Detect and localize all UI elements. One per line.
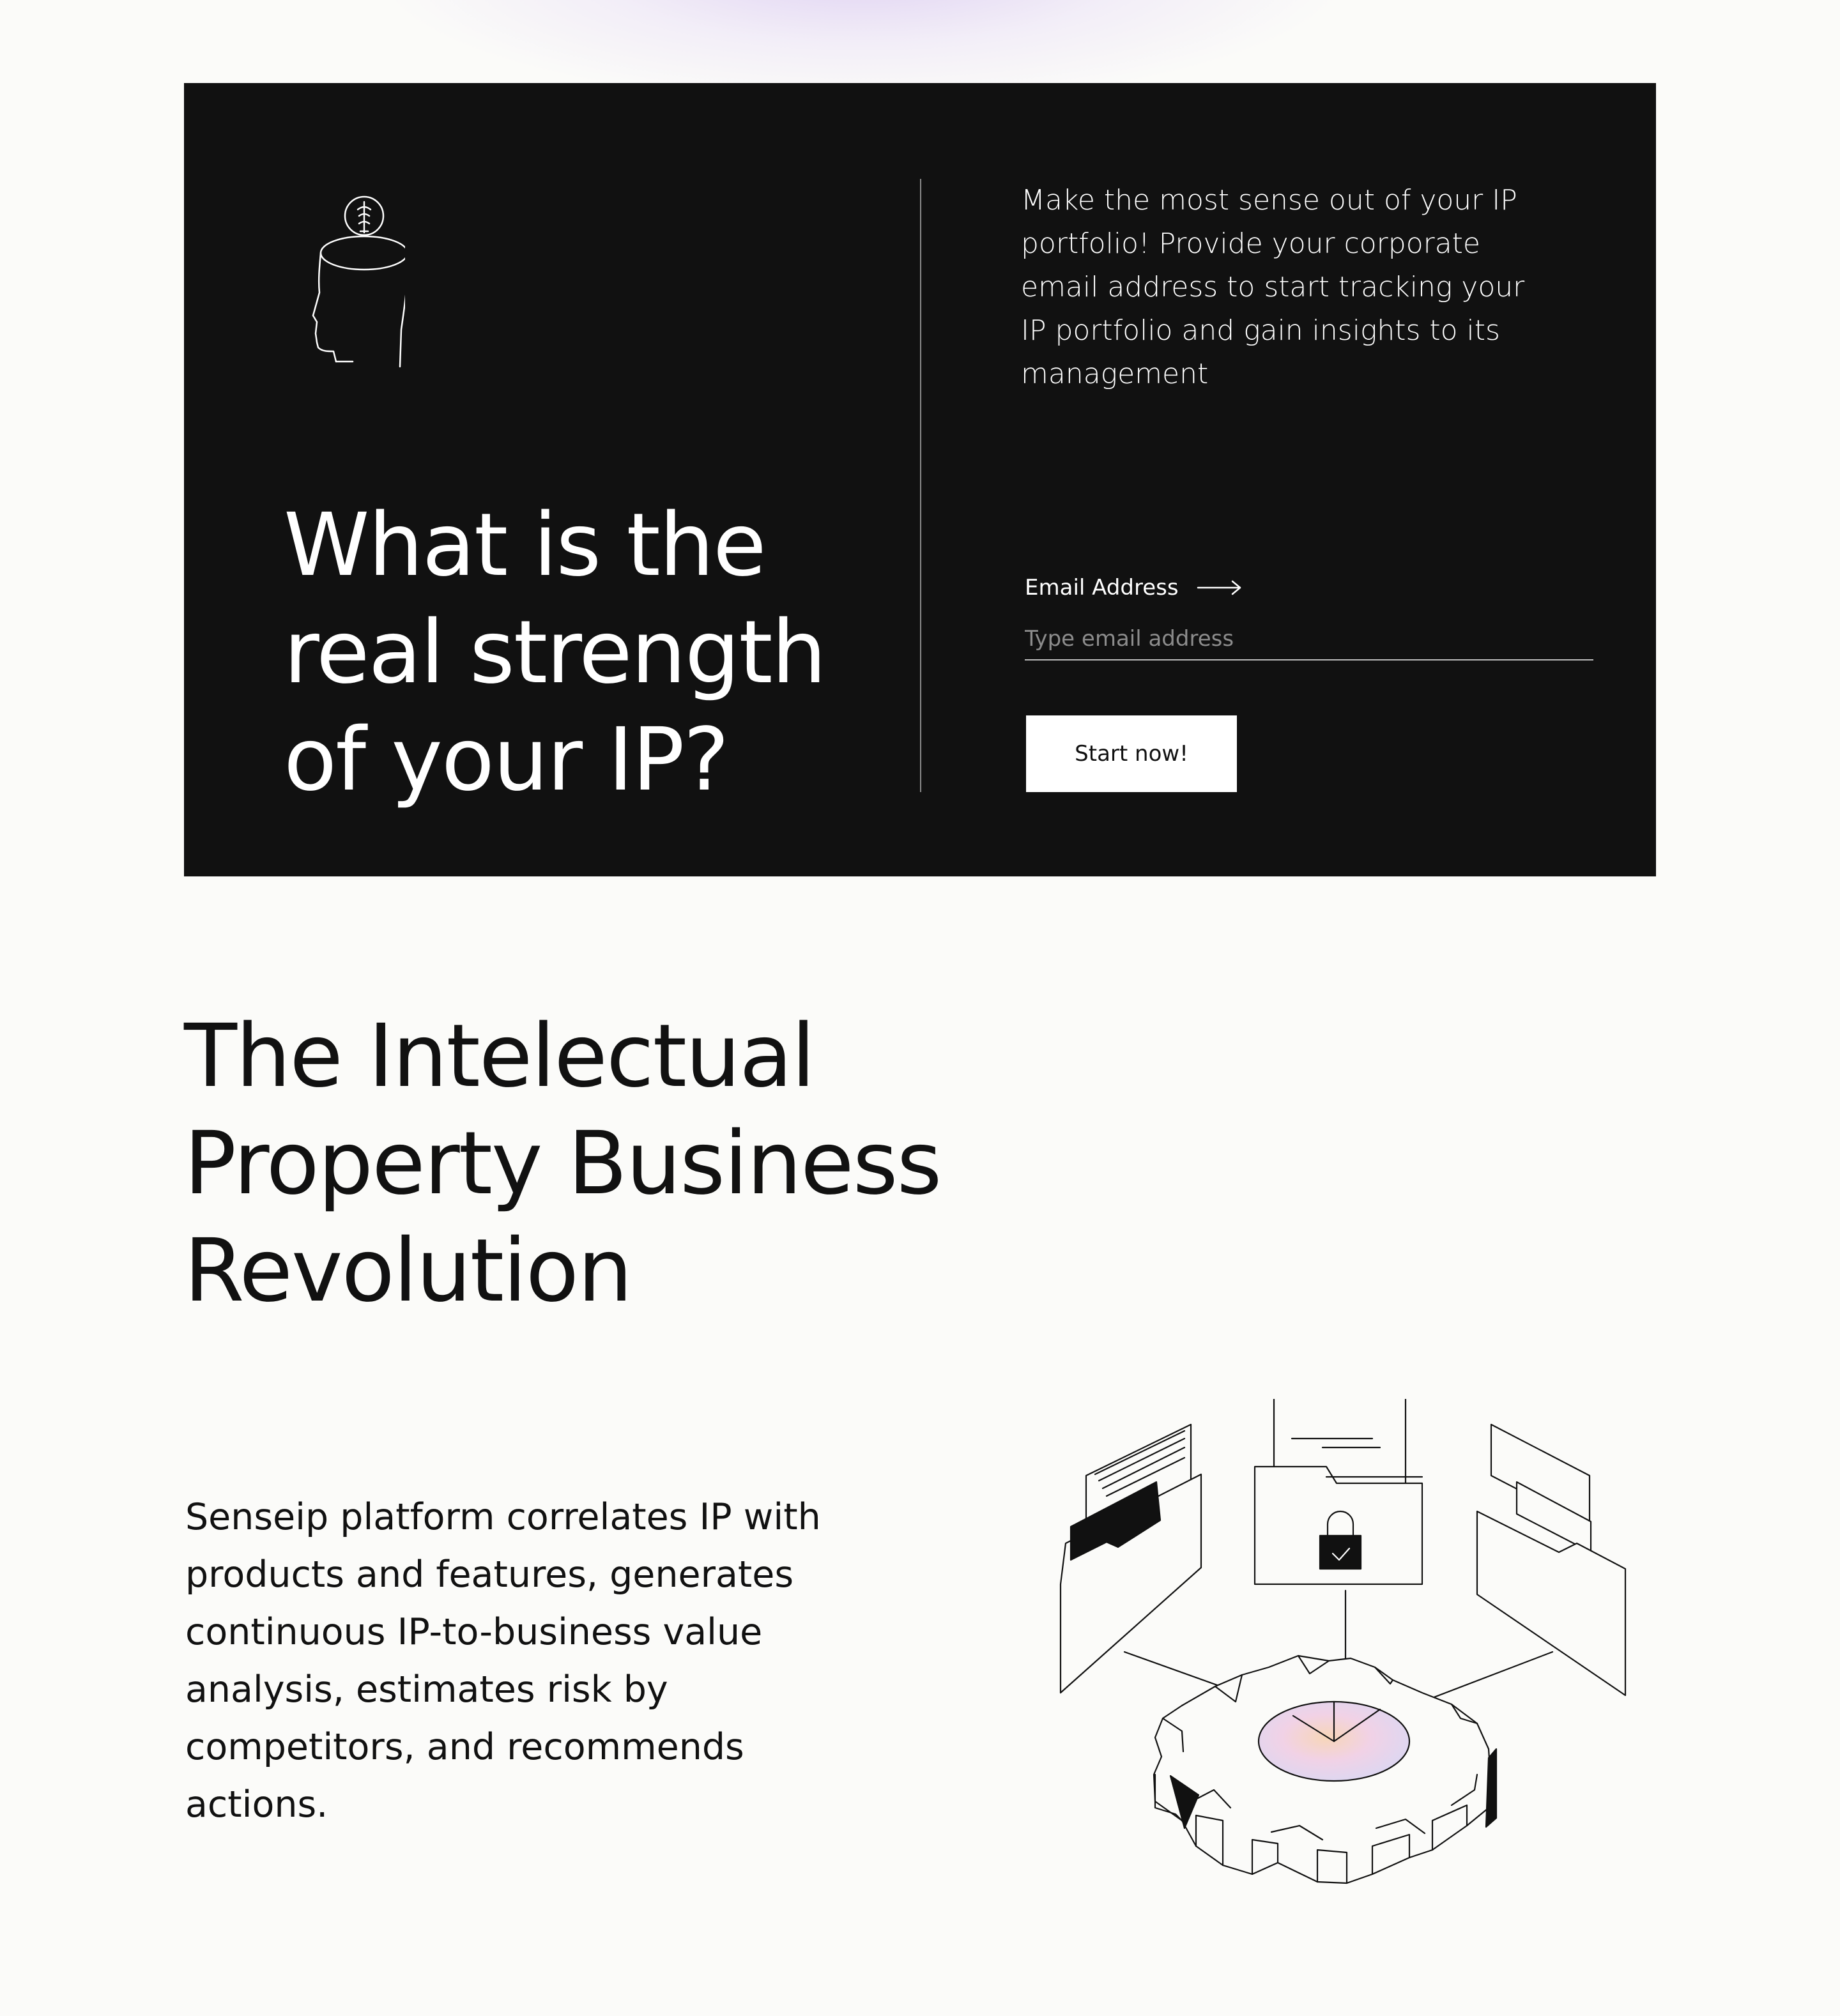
- head-lightbulb-icon: [312, 195, 405, 368]
- center-folder-lock-icon: [1254, 1399, 1423, 1585]
- start-now-button[interactable]: Start now!: [1026, 715, 1237, 792]
- email-label-row: Email Address: [1025, 575, 1243, 600]
- cta-panel: What is the real strength of your IP? Ma…: [184, 83, 1656, 876]
- cta-title: What is the real strength of your IP?: [284, 495, 827, 811]
- vertical-divider: [920, 179, 921, 792]
- section-title: The Intelectual Property Business Revolu…: [184, 1006, 942, 1322]
- gear-icon: [1153, 1654, 1498, 1884]
- email-label: Email Address: [1025, 575, 1179, 600]
- email-field[interactable]: [1025, 618, 1593, 661]
- right-folder-icon: [1476, 1423, 1627, 1697]
- section-body: Senseip platform correlates IP with prod…: [185, 1496, 821, 1826]
- arrow-right-icon: [1197, 580, 1241, 595]
- gear-documents-lock-illustration: [1059, 1399, 1627, 1884]
- left-folder-icon: [1059, 1423, 1202, 1694]
- cta-description: Make the most sense out of your IP portf…: [1021, 184, 1525, 390]
